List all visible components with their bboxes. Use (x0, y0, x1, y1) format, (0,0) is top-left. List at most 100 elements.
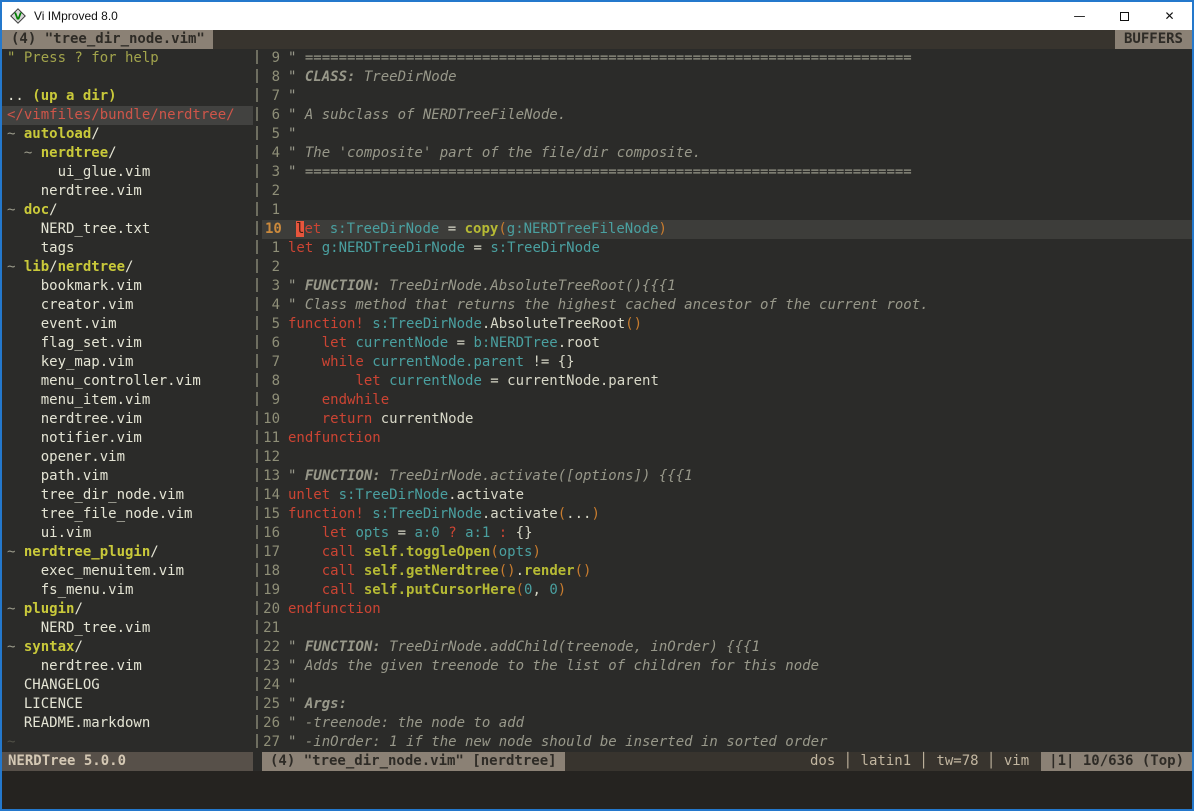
token-file: ui_glue.vim (7, 164, 150, 180)
tree-row[interactable]: ui.vim (2, 524, 253, 543)
vim-icon[interactable]: V (10, 8, 26, 24)
tree-row[interactable]: ~ doc/ (2, 201, 253, 220)
tree-row[interactable]: ~ plugin/ (2, 600, 253, 619)
editor-line[interactable]: 4" The 'composite' part of the file/dir … (262, 144, 1192, 163)
tree-row[interactable]: ~ autoload/ (2, 125, 253, 144)
editor-line[interactable]: 8" CLASS: TreeDirNode (262, 68, 1192, 87)
editor-cursor-line[interactable]: 10let s:TreeDirNode = copy(g:NERDTreeFil… (262, 220, 1192, 239)
tree-root-row[interactable]: </vimfiles/bundle/nerdtree/ (2, 106, 253, 125)
tree-row[interactable]: flag_set.vim (2, 334, 253, 353)
editor-line[interactable]: 9" =====================================… (262, 49, 1192, 68)
tree-row[interactable]: path.vim (2, 467, 253, 486)
editor-line[interactable]: 13" FUNCTION: TreeDirNode.activate([opti… (262, 467, 1192, 486)
tree-row[interactable] (2, 68, 253, 87)
editor-line[interactable]: 25" Args: (262, 695, 1192, 714)
tree-row[interactable]: CHANGELOG (2, 676, 253, 695)
editor-line[interactable]: 23" Adds the given treenode to the list … (262, 657, 1192, 676)
tree-row[interactable]: menu_controller.vim (2, 372, 253, 391)
editor-line[interactable]: 4" Class method that returns the highest… (262, 296, 1192, 315)
tree-row[interactable]: nerdtree.vim (2, 182, 253, 201)
editor-line[interactable]: 6 let currentNode = b:NERDTree.root (262, 334, 1192, 353)
editor-line[interactable]: 2 (262, 182, 1192, 201)
editor-line[interactable]: 21 (262, 619, 1192, 638)
editor-line[interactable]: 15function! s:TreeDirNode.activate(...) (262, 505, 1192, 524)
tree-row[interactable]: key_map.vim (2, 353, 253, 372)
tab-tree-dir-node[interactable]: (4) "tree_dir_node.vim" (2, 30, 213, 49)
editor-line[interactable]: 17 call self.toggleOpen(opts) (262, 543, 1192, 562)
tree-row[interactable]: README.markdown (2, 714, 253, 733)
minimize-button[interactable]: — (1057, 2, 1102, 30)
editor-line[interactable]: 16 let opts = a:0 ? a:1 : {} (262, 524, 1192, 543)
editor-line[interactable]: 3" =====================================… (262, 163, 1192, 182)
editor-line[interactable]: 9 endwhile (262, 391, 1192, 410)
editor-line[interactable]: 24" (262, 676, 1192, 695)
editor-line[interactable]: 3" FUNCTION: TreeDirNode.AbsoluteTreeRoo… (262, 277, 1192, 296)
tree-row[interactable]: LICENCE (2, 695, 253, 714)
line-number: 25 (262, 695, 288, 714)
token-p: ) (532, 544, 540, 560)
tree-row[interactable]: ~ (2, 733, 253, 752)
tree-row[interactable]: ~ syntax/ (2, 638, 253, 657)
code-text: return currentNode (288, 410, 1192, 429)
token-id: b:NERDTree (473, 335, 557, 351)
tree-row[interactable]: ~ nerdtree/ (2, 144, 253, 163)
vertical-split-separator[interactable] (253, 49, 262, 752)
token-k: while (322, 354, 373, 370)
tree-row[interactable]: fs_menu.vim (2, 581, 253, 600)
editor-line[interactable]: 22" FUNCTION: TreeDirNode.addChild(treen… (262, 638, 1192, 657)
tree-row[interactable]: tags (2, 239, 253, 258)
editor-line[interactable]: 7" (262, 87, 1192, 106)
editor-line[interactable]: 20endfunction (262, 600, 1192, 619)
token-p: ( (516, 582, 524, 598)
tree-row[interactable]: .. (up a dir) (2, 87, 253, 106)
editor-line[interactable]: 18 call self.getNerdtree().render() (262, 562, 1192, 581)
tree-row[interactable]: opener.vim (2, 448, 253, 467)
editor-line[interactable]: 27" -inOrder: 1 if the new node should b… (262, 733, 1192, 752)
tree-row[interactable]: notifier.vim (2, 429, 253, 448)
tree-row[interactable]: tree_dir_node.vim (2, 486, 253, 505)
titlebar: V Vi IMproved 8.0 — ✕ (2, 2, 1192, 30)
tree-row[interactable]: creator.vim (2, 296, 253, 315)
token-file: / (150, 544, 158, 560)
token-t (288, 525, 322, 541)
tree-row[interactable]: ~ nerdtree_plugin/ (2, 543, 253, 562)
editor-line[interactable]: 5" (262, 125, 1192, 144)
editor-line[interactable]: 5function! s:TreeDirNode.AbsoluteTreeRoo… (262, 315, 1192, 334)
tree-row[interactable]: NERD_tree.txt (2, 220, 253, 239)
code-text (288, 619, 1192, 638)
editor-line[interactable]: 10 return currentNode (262, 410, 1192, 429)
editor-line[interactable]: 26" -treenode: the node to add (262, 714, 1192, 733)
tree-row[interactable]: nerdtree.vim (2, 410, 253, 429)
token-id: s:TreeDirNode (330, 221, 440, 237)
tree-row[interactable]: bookmark.vim (2, 277, 253, 296)
token-c: " Class method that returns the highest … (288, 297, 929, 313)
tree-row[interactable]: nerdtree.vim (2, 657, 253, 676)
editor-line[interactable]: 2 (262, 258, 1192, 277)
buffers-label[interactable]: BUFFERS (1115, 30, 1192, 49)
close-button[interactable]: ✕ (1147, 2, 1192, 30)
tree-row[interactable]: exec_menuitem.vim (2, 562, 253, 581)
line-number: 26 (262, 714, 288, 733)
tree-row[interactable]: " Press ? for help (2, 49, 253, 68)
editor-line[interactable]: 6" A subclass of NERDTreeFileNode. (262, 106, 1192, 125)
tree-row[interactable]: menu_item.vim (2, 391, 253, 410)
editor-line[interactable]: 8 let currentNode = currentNode.parent (262, 372, 1192, 391)
token-id: a:1 (465, 525, 490, 541)
tree-row[interactable]: NERD_tree.vim (2, 619, 253, 638)
code-text: " (288, 676, 1192, 695)
tree-row[interactable]: ~ lib/nerdtree/ (2, 258, 253, 277)
line-number: 6 (262, 106, 288, 125)
editor-line[interactable]: 1 (262, 201, 1192, 220)
editor-line[interactable]: 1let g:NERDTreeDirNode = s:TreeDirNode (262, 239, 1192, 258)
command-line[interactable] (2, 771, 1192, 809)
token-c: TreeDirNode.activate([options]) {{{1 (381, 468, 693, 484)
maximize-button[interactable] (1102, 2, 1147, 30)
tree-row[interactable]: tree_file_node.vim (2, 505, 253, 524)
editor-line[interactable]: 11endfunction (262, 429, 1192, 448)
tree-row[interactable]: ui_glue.vim (2, 163, 253, 182)
editor-line[interactable]: 19 call self.putCursorHere(0, 0) (262, 581, 1192, 600)
editor-line[interactable]: 14unlet s:TreeDirNode.activate (262, 486, 1192, 505)
tree-row[interactable]: event.vim (2, 315, 253, 334)
editor-line[interactable]: 7 while currentNode.parent != {} (262, 353, 1192, 372)
editor-line[interactable]: 12 (262, 448, 1192, 467)
